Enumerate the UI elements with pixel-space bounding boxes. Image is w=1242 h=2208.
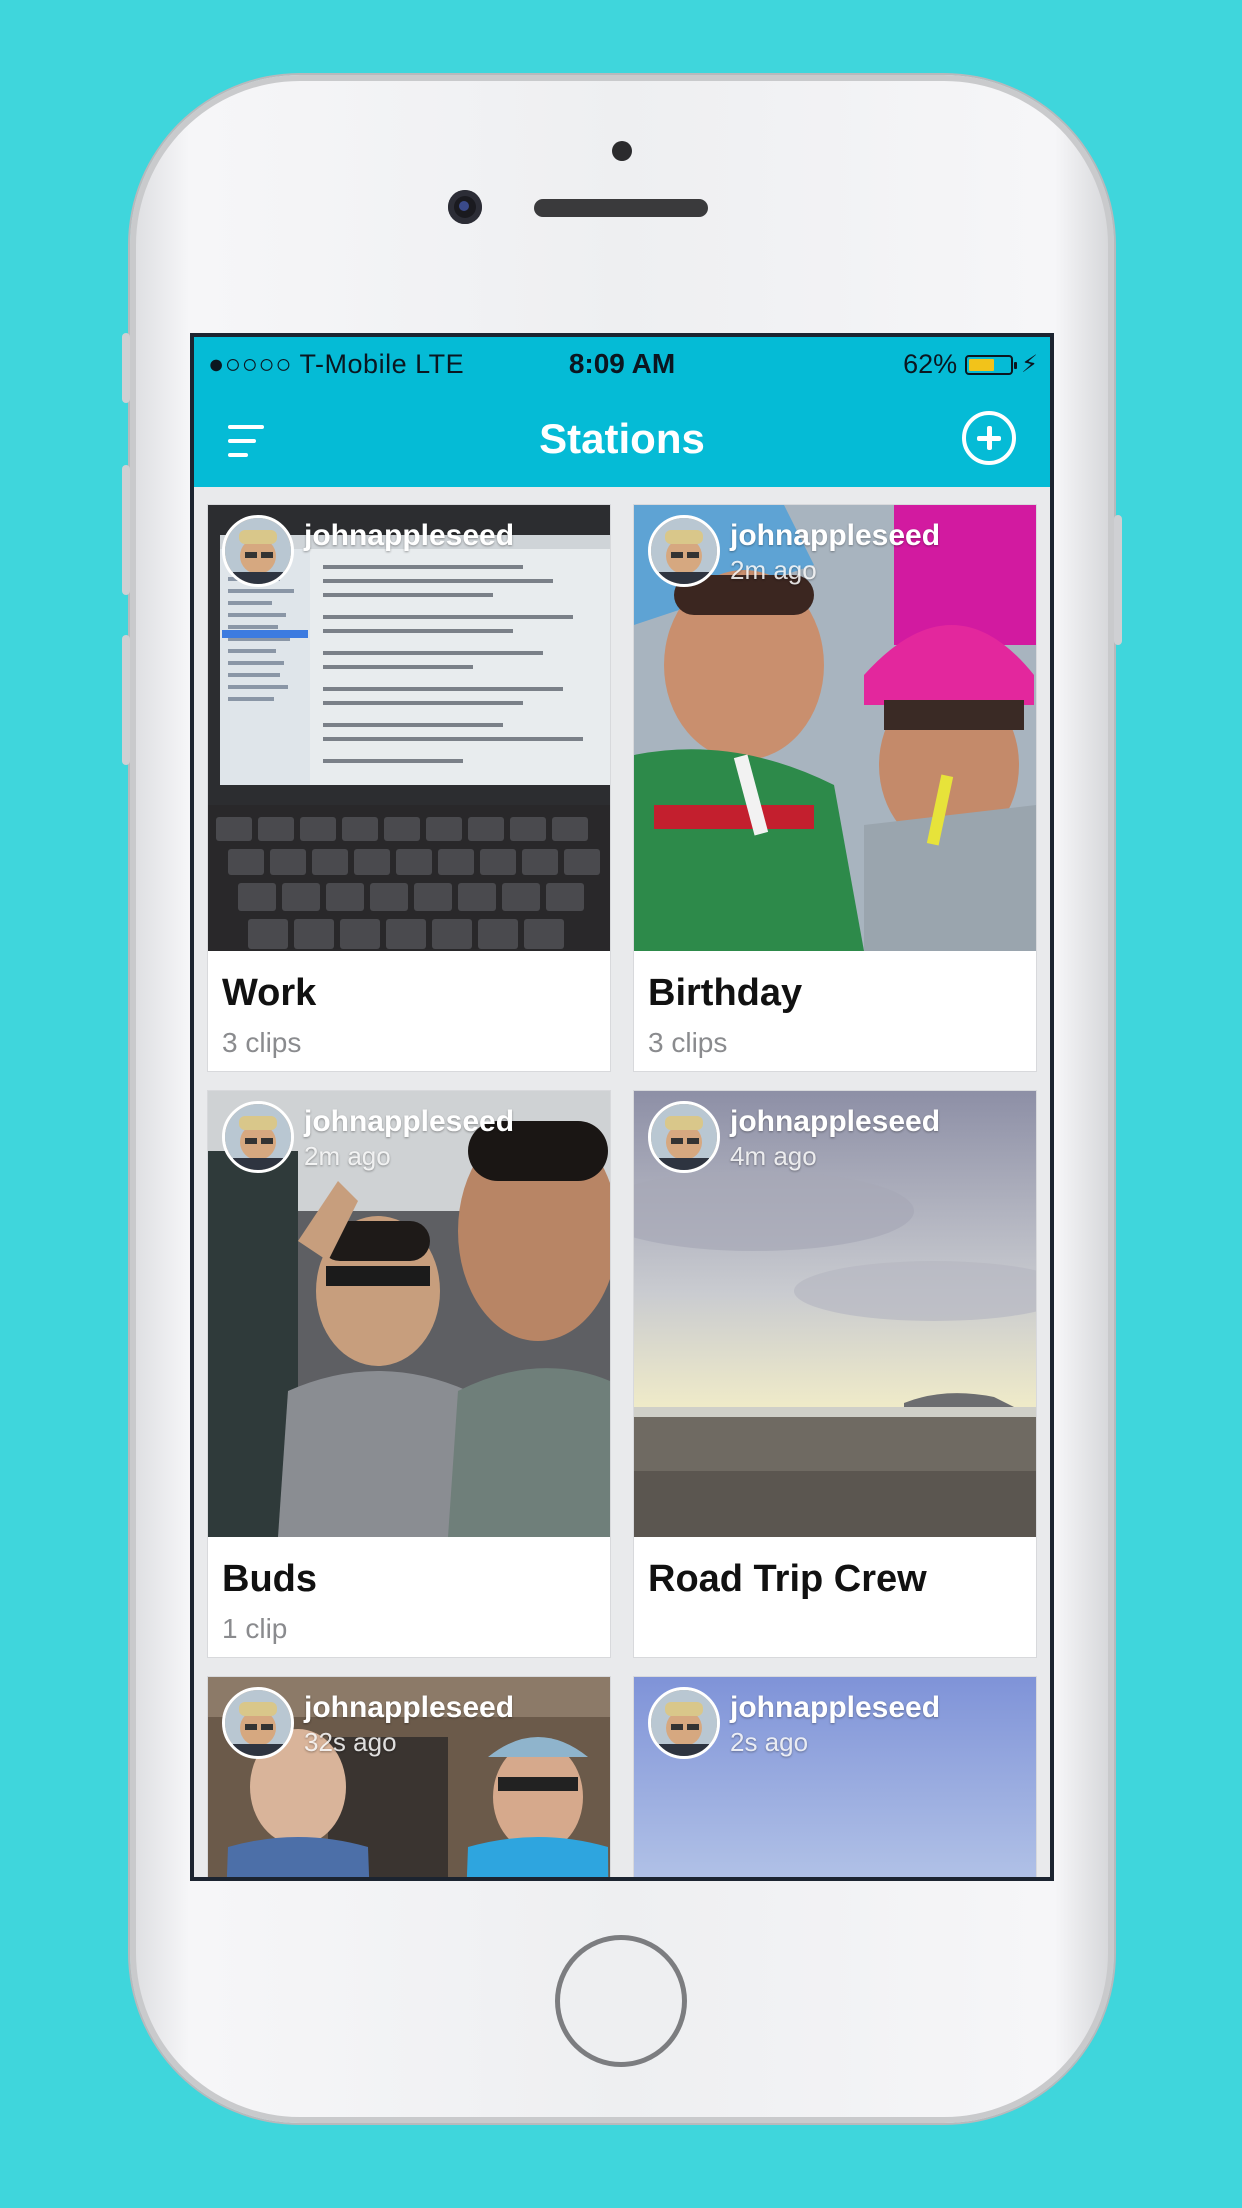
owner-name: johnappleseed [730, 1691, 941, 1724]
station-card[interactable]: johnappleseed 2m ago Buds 1 clip [208, 1091, 610, 1657]
station-card[interactable]: johnappleseed 2s ago [634, 1677, 1036, 1877]
station-card[interactable]: johnappleseed 4m ago Road Trip Crew [634, 1091, 1036, 1657]
station-card[interactable]: johnappleseed Work 3 clips [208, 505, 610, 1071]
volume-down-button [122, 635, 130, 765]
station-title: Road Trip Crew [648, 1558, 927, 1600]
station-thumbnail: johnappleseed 2s ago [634, 1677, 1036, 1877]
owner-name: johnappleseed [304, 1691, 515, 1724]
status-bar: ●○○○○ T-Mobile LTE 8:09 AM 62% ⚡ [194, 337, 1050, 393]
owner-name: johnappleseed [730, 519, 941, 552]
avatar [648, 515, 720, 587]
station-title: Birthday [648, 972, 803, 1014]
avatar [222, 515, 294, 587]
station-thumbnail: johnappleseed 4m ago [634, 1091, 1036, 1537]
mute-switch [122, 333, 130, 403]
station-owner: johnappleseed 2s ago [648, 1687, 940, 1759]
owner-name: johnappleseed [304, 1105, 515, 1138]
station-card[interactable]: johnappleseed 32s ago [208, 1677, 610, 1877]
page-title: Stations [539, 415, 705, 462]
battery-status: 62% ⚡ [903, 349, 1038, 380]
post-time: 32s ago [304, 1727, 397, 1757]
post-time: 4m ago [730, 1141, 817, 1171]
battery-icon [965, 354, 1018, 375]
earpiece-speaker [534, 199, 708, 217]
screen: ●○○○○ T-Mobile LTE 8:09 AM 62% ⚡ Station… [190, 333, 1054, 1881]
station-thumbnail: johnappleseed [208, 505, 610, 951]
add-station-icon[interactable] [962, 411, 1016, 465]
home-button[interactable] [555, 1935, 687, 2067]
station-owner: johnappleseed 2m ago [648, 515, 940, 587]
avatar [648, 1687, 720, 1759]
station-owner: johnappleseed 2m ago [222, 1101, 514, 1173]
clip-count: 3 clips [222, 1027, 302, 1058]
proximity-sensor [612, 141, 632, 161]
navigation-bar: Stations [194, 393, 1050, 487]
station-owner: johnappleseed 4m ago [648, 1101, 940, 1173]
avatar [222, 1101, 294, 1173]
volume-up-button [122, 465, 130, 595]
front-camera [448, 190, 482, 224]
battery-fill [969, 358, 995, 371]
owner-name: johnappleseed [304, 519, 515, 552]
station-thumbnail: johnappleseed 2m ago [634, 505, 1036, 951]
station-thumbnail: johnappleseed 2m ago [208, 1091, 610, 1537]
clip-count: 3 clips [648, 1027, 728, 1058]
post-time: 2m ago [730, 555, 817, 585]
avatar [648, 1101, 720, 1173]
clip-count: 1 clip [222, 1613, 288, 1644]
battery-percent: 62% [903, 349, 958, 379]
station-owner: johnappleseed 32s ago [222, 1687, 514, 1759]
station-owner: johnappleseed [222, 515, 514, 587]
station-card[interactable]: johnappleseed 2m ago Birthday 3 clips [634, 505, 1036, 1071]
avatar [222, 1687, 294, 1759]
post-time: 2s ago [730, 1727, 809, 1757]
post-time: 2m ago [304, 1141, 391, 1171]
station-title: Buds [222, 1558, 317, 1600]
station-thumbnail: johnappleseed 32s ago [208, 1677, 610, 1877]
power-button [1114, 515, 1122, 645]
owner-name: johnappleseed [730, 1105, 941, 1138]
station-title: Work [222, 972, 317, 1014]
charging-icon: ⚡ [1021, 351, 1038, 378]
